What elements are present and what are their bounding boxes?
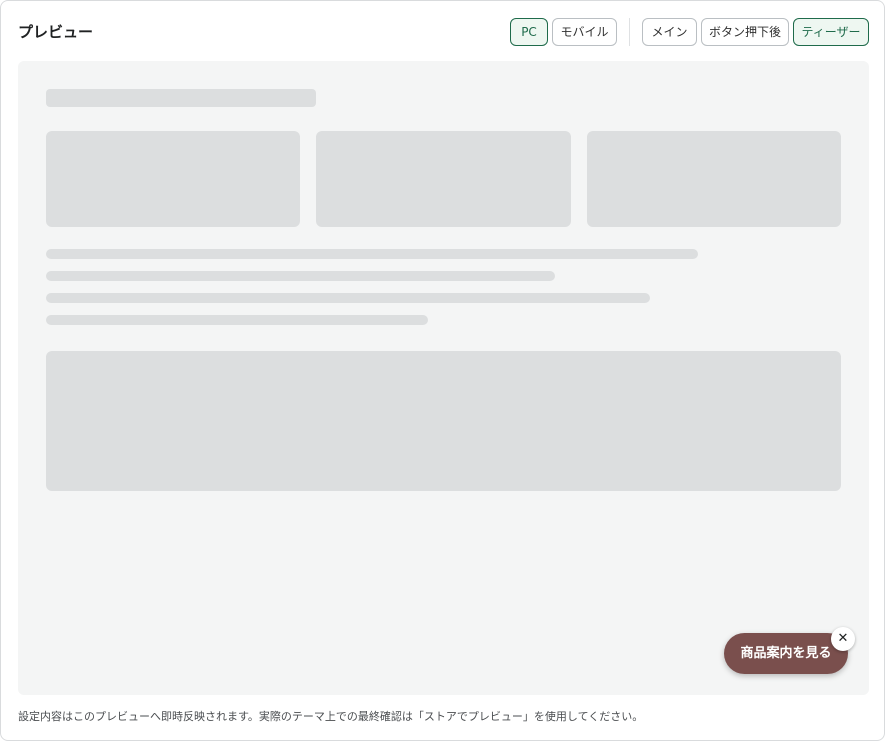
skeleton-card [46,131,300,227]
device-mobile-button[interactable]: モバイル [552,18,617,46]
view-main-button[interactable]: メイン [642,18,697,46]
skeleton-text-line [46,249,698,259]
skeleton-text-line [46,315,428,325]
footer-note: 設定内容はこのプレビューへ即時反映されます。実際のテーマ上での最終確認は「ストア… [18,710,644,723]
preview-canvas: 商品案内を見る ✕ [18,61,869,695]
skeleton-title [46,89,316,107]
close-icon[interactable]: ✕ [831,627,855,651]
toolbar-divider [629,18,630,46]
skeleton-text-line [46,293,650,303]
skeleton-card [587,131,841,227]
teaser-button[interactable]: 商品案内を見る [724,633,848,674]
view-after-button-button[interactable]: ボタン押下後 [701,18,789,46]
preview-card: プレビュー PC モバイル メイン ボタン押下後 ティーザー 商品案内を見る ✕… [0,0,885,741]
skeleton-banner [46,351,841,491]
view-teaser-button[interactable]: ティーザー [793,18,869,46]
page-title: プレビュー [18,23,94,41]
skeleton-card [316,131,571,227]
skeleton-text-line [46,271,555,281]
device-pc-button[interactable]: PC [510,18,548,46]
